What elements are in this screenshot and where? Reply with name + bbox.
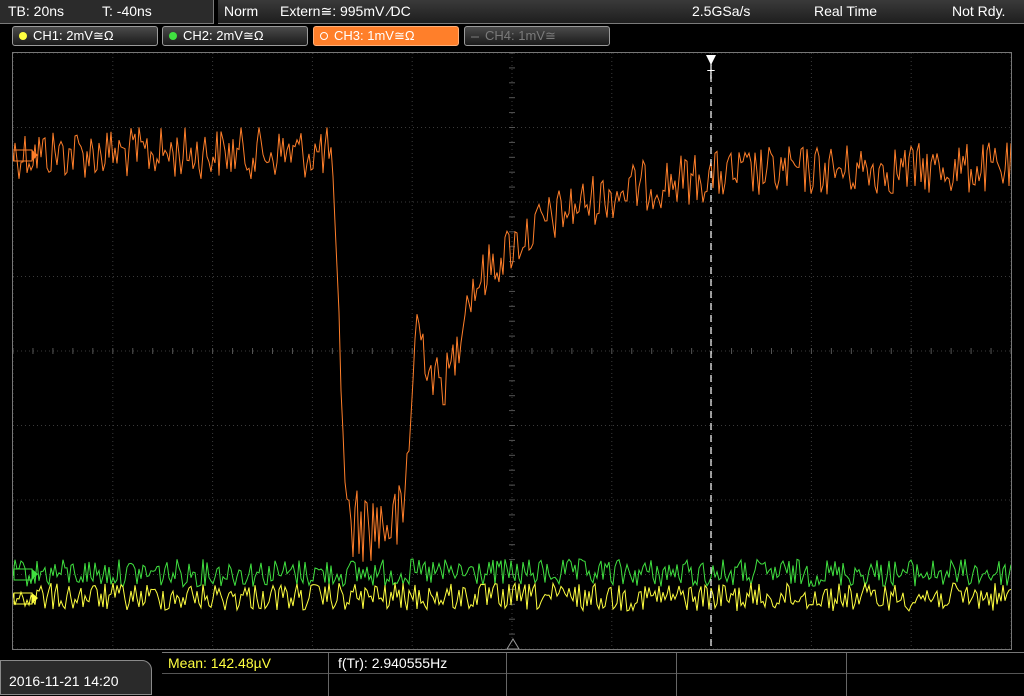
- channel-3-indicator-icon: [320, 32, 328, 40]
- trigger-arrow-icon: [706, 55, 716, 65]
- datetime-label: 2016-11-21 14:20: [9, 673, 119, 689]
- channel-3-tab[interactable]: CH3: 1mV≅Ω: [313, 26, 459, 46]
- trigger-time-label: T: -40ns: [102, 3, 152, 19]
- measurement-divider: [506, 653, 507, 696]
- acquisition-bar[interactable]: Norm Extern≅: 995mV ⁄DC 2.5GSa/s Real Ti…: [218, 0, 1024, 24]
- datetime-box[interactable]: 2016-11-21 14:20: [0, 660, 152, 695]
- channel-3-trace: [12, 127, 1012, 562]
- measurement-divider: [846, 653, 847, 696]
- channel-2-tab[interactable]: CH2: 2mV≅Ω: [162, 26, 308, 46]
- measurement-divider: [676, 653, 677, 696]
- timebase-label: TB: 20ns: [8, 3, 65, 19]
- acquisition-status: Not Rdy.: [952, 3, 1006, 19]
- channel-1-indicator-icon: [19, 32, 27, 40]
- channel-1-trace: [12, 581, 1012, 613]
- sample-rate: 2.5GSa/s: [692, 3, 751, 19]
- channel-2-label: CH2: 2mV≅Ω: [183, 28, 264, 43]
- waveform-display[interactable]: T: [12, 52, 1012, 650]
- channel-4-label: CH4: 1mV≅: [485, 28, 556, 43]
- ground-marker-icon: [506, 638, 520, 650]
- channel-2-indicator-icon: [169, 32, 177, 40]
- trigger-source: Extern≅: 995mV ⁄DC: [280, 3, 411, 19]
- frequency-measurement: f(Tr): 2.940555Hz: [338, 655, 448, 671]
- measurement-divider: [162, 673, 1024, 674]
- graticule-grid: [12, 52, 1012, 650]
- channel-3-label: CH3: 1mV≅Ω: [334, 28, 415, 43]
- channel-4-indicator-icon: [471, 36, 479, 38]
- channel-1-label: CH1: 2mV≅Ω: [33, 28, 114, 43]
- measurement-panel[interactable]: Mean: 142.48µV f(Tr): 2.940555Hz: [162, 652, 1024, 696]
- channel-2-trace: [12, 558, 1012, 589]
- channel-tabs: CH1: 2mV≅Ω CH2: 2mV≅Ω CH3: 1mV≅Ω CH4: 1m…: [0, 26, 1024, 48]
- waveform-canvas: T: [12, 52, 1012, 650]
- trigger-marker-label: T: [707, 67, 715, 82]
- channel-4-tab[interactable]: CH4: 1mV≅: [464, 26, 610, 46]
- channel-1-tab[interactable]: CH1: 2mV≅Ω: [12, 26, 158, 46]
- timebase-box[interactable]: TB: 20ns T: -40ns: [0, 0, 214, 24]
- acquisition-mode: Real Time: [814, 3, 878, 19]
- trigger-mode: Norm: [224, 3, 259, 19]
- mean-measurement: Mean: 142.48µV: [168, 655, 272, 671]
- status-bar: TB: 20ns T: -40ns Norm Extern≅: 995mV ⁄D…: [0, 0, 1024, 24]
- measurement-divider: [328, 653, 329, 696]
